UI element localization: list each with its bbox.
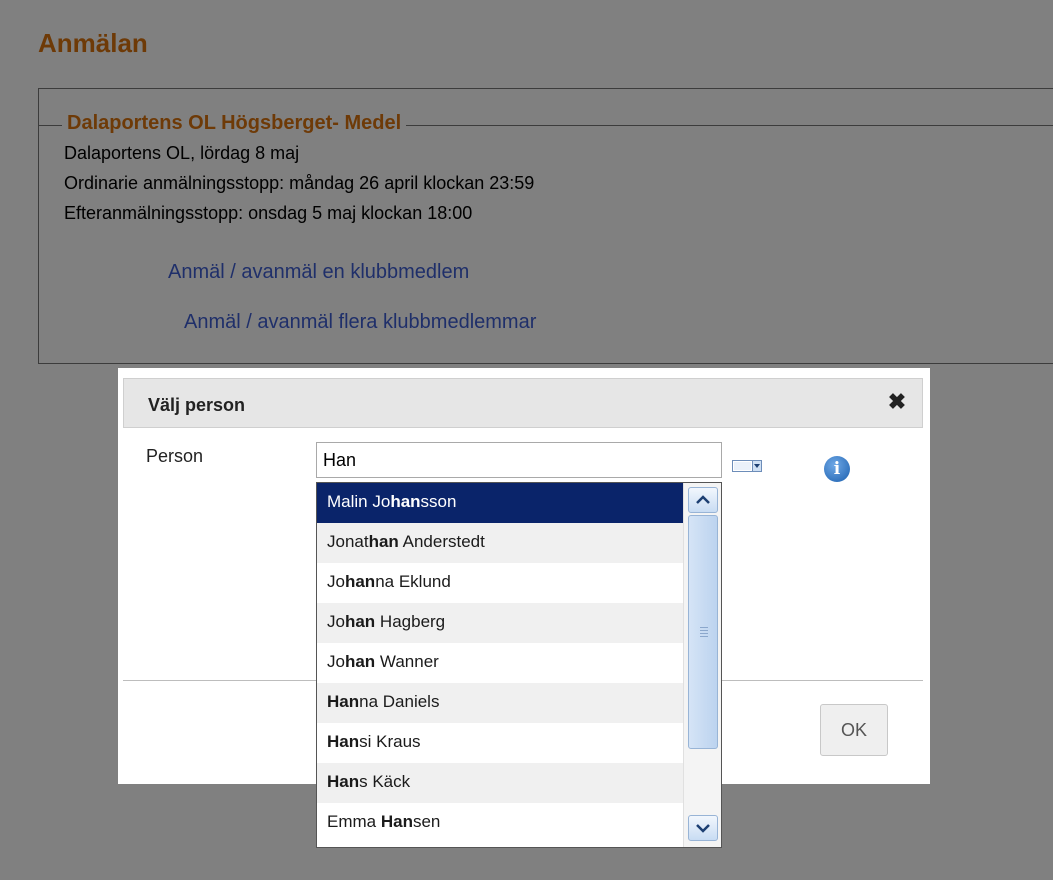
list-item[interactable]: Jonathan Anderstedt xyxy=(317,523,683,563)
chevron-down-icon xyxy=(696,824,710,833)
list-item[interactable]: Hans Käck xyxy=(317,763,683,803)
scroll-down-button[interactable] xyxy=(688,815,718,841)
ok-button[interactable]: OK xyxy=(820,704,888,756)
chevron-up-icon xyxy=(696,495,710,504)
person-suggestions-list: Malin Johansson Jonathan Anderstedt Johann… xyxy=(316,482,722,848)
list-scrollbar[interactable] xyxy=(683,483,721,847)
register-multiple-link[interactable]: Anmäl / avanmäl flera klubbmedlemmar xyxy=(184,311,536,334)
scroll-grip xyxy=(700,627,708,628)
list-item[interactable]: Hanna Daniels xyxy=(317,683,683,723)
list-item[interactable]: Johan Hagberg xyxy=(317,603,683,643)
person-input[interactable] xyxy=(316,442,722,478)
scroll-up-button[interactable] xyxy=(688,487,718,513)
person-label: Person xyxy=(146,446,204,466)
late-deadline: Efteranmälningsstopp: onsdag 5 maj klock… xyxy=(64,203,473,223)
list-item[interactable]: Emma Hansen xyxy=(317,803,683,843)
close-icon[interactable]: ✖ xyxy=(886,391,908,413)
event-date: Dalaportens OL, lördag 8 maj xyxy=(64,143,300,163)
event-name: Dalaportens OL Högsberget- Medel xyxy=(62,112,407,135)
list-item[interactable]: Johanna Eklund xyxy=(317,563,683,603)
ordinary-deadline: Ordinarie anmälningsstopp: måndag 26 apr… xyxy=(64,173,535,193)
register-single-link[interactable]: Anmäl / avanmäl en klubbmedlem xyxy=(168,261,469,284)
scroll-grip xyxy=(700,630,708,631)
list-item[interactable]: Malin Johansson xyxy=(317,483,683,523)
dialog-title: Välj person xyxy=(148,395,246,415)
scroll-grip xyxy=(700,636,708,637)
list-item[interactable]: Johan Wanner xyxy=(317,643,683,683)
combo-dropdown-icon[interactable] xyxy=(732,460,762,472)
page-title: Anmälan xyxy=(38,28,148,58)
dialog-header: Välj person ✖ xyxy=(123,378,923,428)
scroll-thumb[interactable] xyxy=(688,515,718,749)
info-icon[interactable]: i xyxy=(824,456,850,482)
list-item[interactable]: Hansi Kraus xyxy=(317,723,683,763)
scroll-grip xyxy=(700,633,708,634)
